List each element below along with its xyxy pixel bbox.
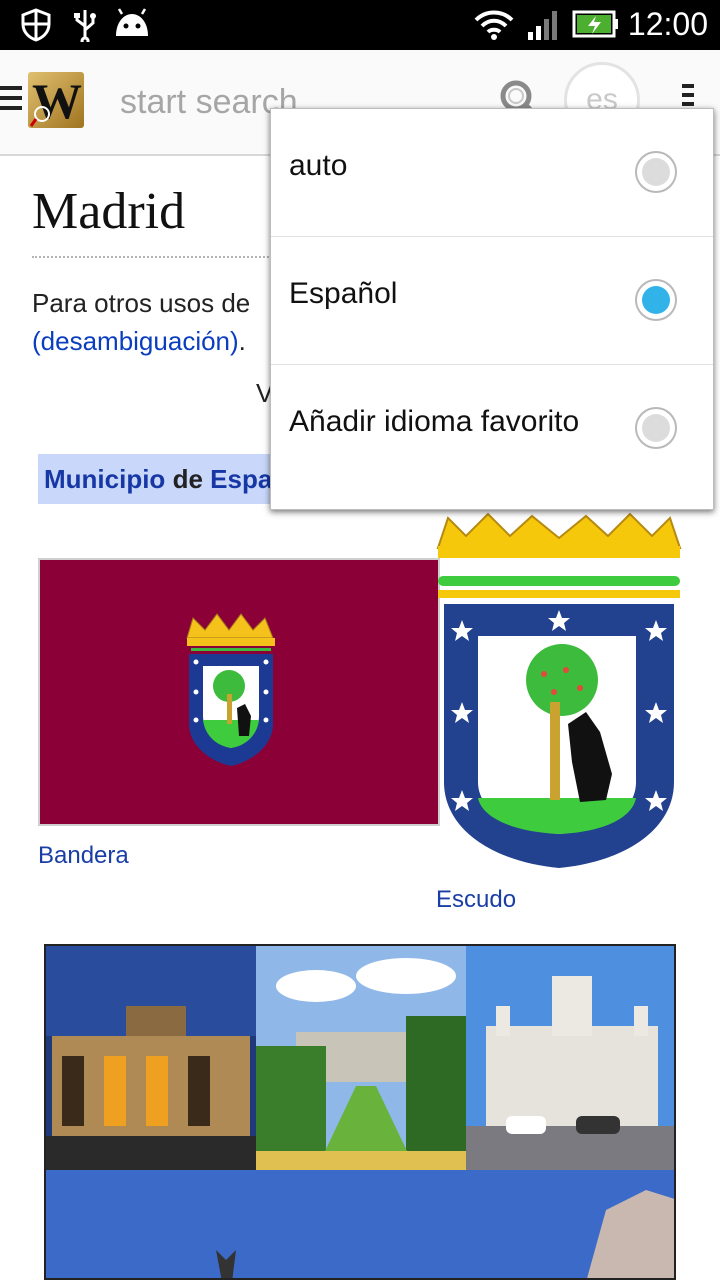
country-link[interactable]: Espa xyxy=(210,464,272,494)
language-option-espanol[interactable]: Español xyxy=(271,237,713,365)
battery-charging-icon xyxy=(572,10,618,38)
palacio-real-photo xyxy=(256,946,466,1170)
page-title: Madrid xyxy=(32,183,186,240)
palacio-cibeles-photo xyxy=(466,946,674,1170)
language-option-label: auto xyxy=(289,149,348,182)
radio-button-auto[interactable] xyxy=(635,151,677,193)
photo-collage[interactable] xyxy=(44,944,676,1280)
status-bar: 12:00 xyxy=(0,0,720,50)
magnifier-logo-icon xyxy=(30,106,50,127)
disambiguation-link[interactable]: (desambiguación) xyxy=(32,326,239,356)
radio-button-espanol[interactable] xyxy=(635,279,677,321)
municipio-link[interactable]: Municipio xyxy=(44,464,165,494)
clock: 12:00 xyxy=(627,6,708,42)
flag-caption[interactable]: Bandera xyxy=(38,842,129,870)
language-option-auto[interactable]: auto xyxy=(271,109,713,237)
puerta-de-alcala-photo xyxy=(46,946,256,1170)
hatnote-period: . xyxy=(238,326,246,356)
language-option-add-favorite[interactable]: Añadir idioma favorito xyxy=(271,365,713,493)
hatnote-text: Para otros usos de xyxy=(32,288,251,318)
municipio-de: de xyxy=(172,464,203,494)
language-option-label: Español xyxy=(289,277,398,310)
language-menu: auto Español Añadir idioma favorito xyxy=(270,108,714,510)
menu-icon[interactable] xyxy=(0,86,22,110)
app-logo-icon[interactable]: W xyxy=(28,72,84,129)
flag-emblem xyxy=(186,613,275,766)
plaza-photo xyxy=(46,1170,674,1278)
coat-of-arms-image[interactable] xyxy=(434,512,684,872)
android-icon xyxy=(116,8,148,36)
shield-icon xyxy=(21,8,51,42)
flag-image[interactable] xyxy=(38,558,440,826)
signal-icon xyxy=(528,11,557,40)
radio-button-add-favorite[interactable] xyxy=(635,407,677,449)
language-option-label: Añadir idioma favorito xyxy=(289,405,580,438)
usb-icon xyxy=(74,10,96,42)
coat-caption[interactable]: Escudo xyxy=(436,886,516,914)
wifi-icon xyxy=(474,10,514,40)
